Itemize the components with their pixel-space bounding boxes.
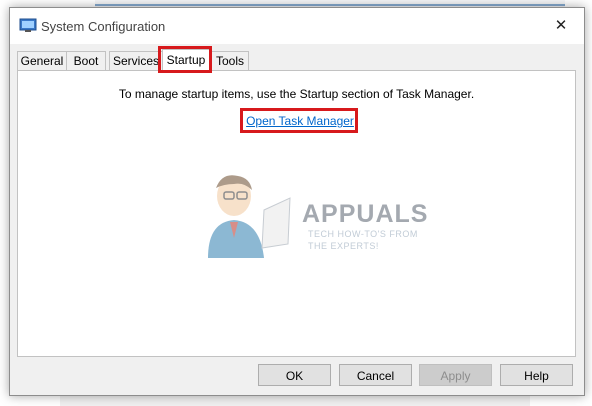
help-button[interactable]: Help bbox=[500, 364, 573, 386]
window-title: System Configuration bbox=[41, 19, 166, 34]
background-accent-line bbox=[95, 4, 565, 6]
tab-tools[interactable]: Tools bbox=[211, 51, 249, 71]
startup-tab-highlight bbox=[158, 46, 212, 73]
apply-button[interactable]: Apply bbox=[419, 364, 492, 386]
mascot-watermark-icon bbox=[208, 175, 291, 258]
startup-tab-panel: To manage startup items, use the Startup… bbox=[17, 70, 576, 357]
system-configuration-window: System Configuration ✕ General Boot Serv… bbox=[9, 7, 585, 396]
tab-general[interactable]: General bbox=[17, 51, 67, 71]
cancel-button[interactable]: Cancel bbox=[339, 364, 412, 386]
open-task-manager-link[interactable]: Open Task Manager bbox=[244, 114, 356, 128]
watermark-brand: APPUALS bbox=[302, 200, 429, 228]
ok-button[interactable]: OK bbox=[258, 364, 331, 386]
close-button[interactable]: ✕ bbox=[548, 14, 574, 38]
system-configuration-icon bbox=[19, 18, 37, 32]
watermark-tagline-1: TECH HOW-TO'S FROM bbox=[308, 229, 418, 239]
startup-message: To manage startup items, use the Startup… bbox=[118, 87, 475, 101]
tab-services[interactable]: Services bbox=[109, 51, 163, 71]
title-bar: System Configuration ✕ bbox=[10, 8, 584, 44]
tab-boot[interactable]: Boot bbox=[66, 51, 106, 71]
background-bottom-strip bbox=[60, 396, 530, 406]
watermark-tagline-2: THE EXPERTS! bbox=[308, 241, 379, 251]
